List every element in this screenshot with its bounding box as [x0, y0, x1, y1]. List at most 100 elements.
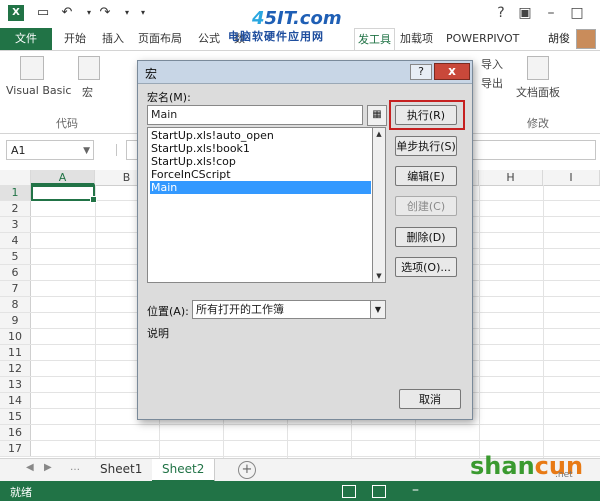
row-header[interactable]: 15 [0, 409, 31, 424]
collapse-dialog-icon[interactable]: ▦ [367, 105, 387, 126]
formula-bar-separator [116, 144, 125, 156]
minimize-icon[interactable]: – [538, 2, 564, 24]
row-header[interactable]: 13 [0, 377, 31, 392]
save-icon[interactable]: ▭ [34, 4, 52, 22]
list-item-selected[interactable]: Main [150, 181, 371, 194]
selected-cell-a1[interactable] [31, 185, 97, 203]
description-label: 说明 [147, 327, 169, 340]
help-icon[interactable]: ? [410, 64, 432, 80]
run-button[interactable]: 执行(R) [395, 105, 457, 125]
row-header[interactable]: 6 [0, 265, 31, 280]
sheet-tab-sheet1[interactable]: Sheet1 [90, 459, 154, 480]
column-header-a[interactable]: A [31, 170, 95, 185]
row-header[interactable]: 10 [0, 329, 31, 344]
tab-developer[interactable]: 发工具 [354, 28, 395, 50]
chevron-down-icon[interactable]: ▼ [370, 301, 385, 318]
cancel-button[interactable]: 取消 [399, 389, 461, 409]
help-icon[interactable]: ? [488, 2, 514, 24]
visual-basic-icon[interactable] [20, 56, 44, 80]
column-header-i[interactable]: I [543, 170, 600, 185]
macro-dialog: 宏 ? x 宏名(M): Main ▦ StartUp.xls!auto_ope… [137, 60, 473, 420]
redo-icon[interactable]: ↷ [96, 4, 114, 22]
row-header[interactable]: 3 [0, 217, 31, 232]
name-box[interactable]: A1 ▼ [6, 140, 94, 160]
import-button[interactable]: 导入 [481, 56, 503, 72]
chevron-down-icon[interactable]: ▼ [83, 141, 90, 161]
list-scrollbar[interactable]: ▲ ▼ [373, 127, 386, 283]
zoom-out-icon[interactable]: – [412, 482, 419, 498]
list-item[interactable]: ForceInCScript [150, 168, 371, 181]
step-into-button[interactable]: 单步执行(S) [395, 136, 457, 156]
row-header[interactable]: 9 [0, 313, 31, 328]
sheet-next-icon[interactable]: ▶ [44, 462, 52, 473]
row-header[interactable]: 8 [0, 297, 31, 312]
row-header[interactable]: 5 [0, 249, 31, 264]
sheet-more-icon[interactable]: … [70, 462, 80, 473]
row-header[interactable]: 16 [0, 425, 31, 440]
close-icon[interactable]: x [434, 63, 470, 80]
macros-button[interactable]: 宏 [82, 84, 93, 100]
watermark-logo-text: 5IT.com [264, 8, 342, 29]
maximize-icon[interactable]: □ [564, 2, 590, 24]
create-button: 创建(C) [395, 196, 457, 216]
tab-page-layout[interactable]: 页面布局 [138, 28, 182, 50]
delete-button[interactable]: 删除(D) [395, 227, 457, 247]
ribbon-display-icon[interactable]: ▣ [512, 2, 538, 24]
row-header[interactable]: 11 [0, 345, 31, 360]
code-group-label: 代码 [56, 117, 78, 130]
export-button[interactable]: 导出 [481, 75, 503, 91]
macro-list[interactable]: StartUp.xls!auto_open StartUp.xls!book1 … [147, 127, 373, 283]
sheet-tab-sheet2[interactable]: Sheet2 [152, 459, 216, 482]
watermark-logo-num: 4 [252, 8, 265, 29]
tab-formulas[interactable]: 公式 [198, 28, 220, 50]
list-item[interactable]: StartUp.xls!cop [150, 155, 371, 168]
tab-file[interactable]: 文件 [0, 28, 52, 50]
row-header[interactable]: 4 [0, 233, 31, 248]
dialog-title: 宏 [145, 67, 158, 81]
row-header[interactable]: 1 [0, 185, 31, 200]
document-panel-button[interactable]: 文档面板 [516, 84, 560, 100]
macros-icon[interactable] [78, 56, 100, 80]
edit-button[interactable]: 编辑(E) [395, 166, 457, 186]
normal-view-icon[interactable] [342, 485, 356, 498]
sheet-prev-icon[interactable]: ◀ [26, 462, 34, 473]
row-header[interactable]: 17 [0, 441, 31, 456]
tab-insert[interactable]: 插入 [102, 28, 124, 50]
row-header[interactable]: 7 [0, 281, 31, 296]
row-header[interactable]: 14 [0, 393, 31, 408]
options-button[interactable]: 选项(O)... [395, 257, 457, 277]
tab-powerpivot[interactable]: POWERPIVOT [446, 28, 519, 50]
list-item[interactable]: StartUp.xls!book1 [150, 142, 371, 155]
plus-circle-icon[interactable]: + [238, 461, 256, 479]
site-watermark-part-a: shan [470, 452, 535, 480]
name-box-value: A1 [11, 144, 26, 157]
location-select[interactable]: 所有打开的工作簿 ▼ [192, 300, 386, 319]
document-panel-icon[interactable] [527, 56, 549, 80]
page-layout-view-icon[interactable] [372, 485, 386, 498]
dialog-title-bar[interactable]: 宏 ? x [138, 61, 472, 84]
row-header[interactable]: 12 [0, 361, 31, 376]
avatar[interactable] [576, 29, 596, 49]
site-watermark-sub: .net [555, 470, 573, 480]
tab-addins[interactable]: 加载项 [400, 28, 433, 50]
watermark-subtitle: 电脑软硬件应用网 [228, 30, 324, 43]
tab-home[interactable]: 开始 [64, 28, 86, 50]
location-value: 所有打开的工作簿 [196, 303, 284, 316]
macro-name-label: 宏名(M): [147, 91, 191, 104]
scroll-up-icon[interactable]: ▲ [374, 129, 384, 139]
customize-qat-icon[interactable]: ▾ [134, 4, 152, 22]
list-item[interactable]: StartUp.xls!auto_open [150, 129, 371, 142]
row-header[interactable]: 2 [0, 201, 31, 216]
user-name[interactable]: 胡俊 [548, 28, 570, 50]
watermark-logo: 45IT.com [252, 8, 342, 29]
table-row: 16 [0, 425, 600, 441]
column-header-h[interactable]: H [479, 170, 543, 185]
undo-icon[interactable]: ↶ [58, 4, 76, 22]
macro-name-input[interactable]: Main [147, 105, 363, 125]
title-bar: X ▭ ↶ ▾ ↷ ▾ ▾ 45IT.com ? ▣ – □ [0, 0, 600, 29]
select-all-corner[interactable] [0, 170, 31, 185]
visual-basic-button[interactable]: Visual Basic [6, 84, 71, 97]
fill-handle[interactable] [90, 196, 97, 203]
scroll-down-icon[interactable]: ▼ [374, 271, 384, 281]
status-bar: 就绪 – [0, 481, 600, 501]
